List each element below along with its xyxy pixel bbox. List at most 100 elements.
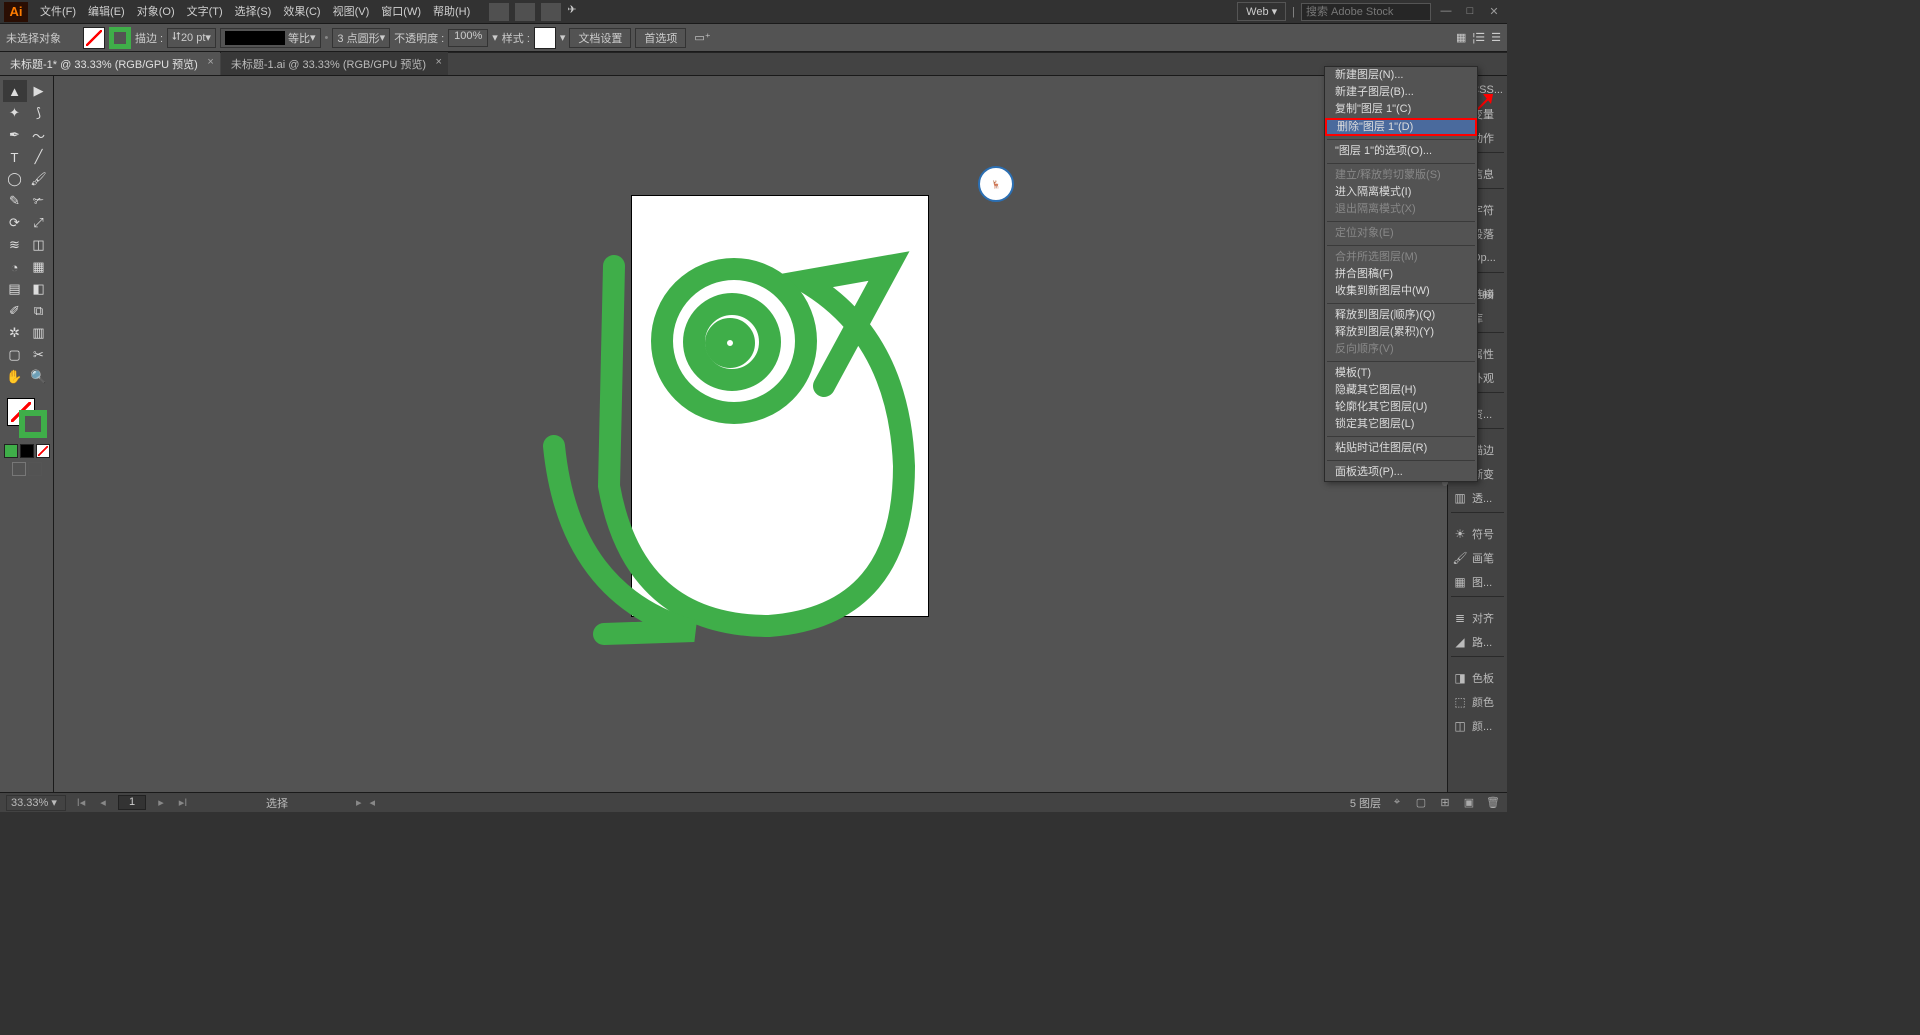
width-tool[interactable]: ≋ xyxy=(3,234,27,256)
style-swatch[interactable] xyxy=(534,27,556,49)
lasso-tool[interactable]: ⟆ xyxy=(27,102,51,124)
menu-item-2[interactable]: 对象(O) xyxy=(131,1,181,23)
stroke-color-icon[interactable] xyxy=(19,410,47,438)
close-tab-icon[interactable]: × xyxy=(436,56,442,68)
close-button[interactable]: ✕ xyxy=(1485,5,1503,19)
align-panel-icon[interactable]: ¦☰ xyxy=(1472,31,1485,44)
type-tool[interactable]: T xyxy=(3,146,27,168)
shape-builder-tool[interactable]: ◔ xyxy=(3,256,27,278)
menu-item-19[interactable]: 粘贴时记住图层(R) xyxy=(1325,440,1477,457)
color-mode-icon[interactable] xyxy=(4,444,18,458)
workspace-switcher[interactable]: Web ▾ xyxy=(1237,2,1286,21)
zoom-field[interactable]: 33.33% ▾ xyxy=(6,795,66,811)
dock-panel-颜色[interactable]: ⬚颜色 xyxy=(1448,690,1507,714)
menu-item-3[interactable]: 文字(T) xyxy=(181,1,229,23)
eyedropper-tool[interactable]: ✐ xyxy=(3,300,27,322)
prev-artboard-button[interactable]: ◂ xyxy=(96,796,110,809)
dock-panel-透[interactable]: ▥透... xyxy=(1448,486,1507,510)
rotate-tool[interactable]: ⟳ xyxy=(3,212,27,234)
screen-mode-full-icon[interactable] xyxy=(28,462,42,476)
menu-item-12[interactable]: 释放到图层(顺序)(Q) xyxy=(1325,307,1477,324)
menu-item-5[interactable]: 效果(C) xyxy=(277,1,326,23)
brush-def[interactable]: 3 点圆形 ▾ xyxy=(332,28,390,48)
artboard-tool[interactable]: ▢ xyxy=(3,344,27,366)
slice-tool[interactable]: ✂ xyxy=(27,344,51,366)
eraser-tool[interactable]: ✃ xyxy=(27,190,51,212)
menu-item-16[interactable]: 隐藏其它图层(H) xyxy=(1325,382,1477,399)
dock-panel-图[interactable]: ▦图... xyxy=(1448,570,1507,594)
dock-panel-颜[interactable]: ◫颜... xyxy=(1448,714,1507,738)
free-transform-tool[interactable]: ◫ xyxy=(27,234,51,256)
minimize-button[interactable]: ― xyxy=(1437,5,1455,19)
menu-item-11[interactable]: 收集到新图层中(W) xyxy=(1325,283,1477,300)
bridge-icon[interactable] xyxy=(489,3,509,21)
arrange-icon[interactable] xyxy=(541,3,561,21)
blend-tool[interactable]: ⧉ xyxy=(27,300,51,322)
menu-item-7[interactable]: 窗口(W) xyxy=(375,1,427,23)
none-mode-icon[interactable] xyxy=(36,444,50,458)
menu-item-4[interactable]: "图层 1"的选项(O)... xyxy=(1325,143,1477,160)
fill-swatch[interactable] xyxy=(83,27,105,49)
menu-item-3[interactable]: 删除"图层 1"(D) xyxy=(1325,118,1477,136)
dock-panel-路[interactable]: ◢路... xyxy=(1448,630,1507,654)
dock-panel-色板[interactable]: ◨色板 xyxy=(1448,666,1507,690)
mesh-tool[interactable]: ▤ xyxy=(3,278,27,300)
document-tab-0[interactable]: 未标题-1* @ 33.33% (RGB/GPU 预览)× xyxy=(0,52,220,75)
selection-tool[interactable]: ▲ xyxy=(3,80,27,102)
direct-selection-tool[interactable]: ▶ xyxy=(27,80,51,102)
menu-item-15[interactable]: 模板(T) xyxy=(1325,365,1477,382)
gradient-mode-icon[interactable] xyxy=(20,444,34,458)
menu-item-4[interactable]: 选择(S) xyxy=(229,1,278,23)
screen-mode-normal-icon[interactable] xyxy=(12,462,26,476)
align-icon[interactable]: ▭⁺ xyxy=(694,31,710,44)
menu-item-20[interactable]: 面板选项(P)... xyxy=(1325,464,1477,481)
transform-panel-icon[interactable]: ▦ xyxy=(1456,31,1466,44)
last-artboard-button[interactable]: ▸I xyxy=(176,796,190,809)
symbol-sprayer-tool[interactable]: ✲ xyxy=(3,322,27,344)
panel-menu-icon[interactable]: ☰ xyxy=(1491,31,1501,44)
perspective-tool[interactable]: ▦ xyxy=(27,256,51,278)
menu-item-6[interactable]: 进入隔离模式(I) xyxy=(1325,184,1477,201)
vw-profile[interactable]: 等比 ▾ xyxy=(220,28,321,48)
new-layer-icon[interactable]: ▣ xyxy=(1461,795,1477,811)
scale-tool[interactable]: ⤢ xyxy=(27,212,51,234)
opacity-field[interactable]: 100% xyxy=(448,29,488,47)
magic-wand-tool[interactable]: ✦ xyxy=(3,102,27,124)
search-stock-input[interactable]: 搜索 Adobe Stock xyxy=(1301,3,1431,21)
menu-item-1[interactable]: 新建子图层(B)... xyxy=(1325,84,1477,101)
menu-item-0[interactable]: 文件(F) xyxy=(34,1,82,23)
stroke-weight-field[interactable]: ⮃ 20 pt ▾ xyxy=(167,28,216,48)
doc-setup-button[interactable]: 文档设置 xyxy=(569,28,631,48)
menu-item-2[interactable]: 复制"图层 1"(C) xyxy=(1325,101,1477,118)
first-artboard-button[interactable]: I◂ xyxy=(74,796,88,809)
menu-item-10[interactable]: 拼合图稿(F) xyxy=(1325,266,1477,283)
preferences-button[interactable]: 首选项 xyxy=(635,28,686,48)
menu-item-6[interactable]: 视图(V) xyxy=(327,1,376,23)
curvature-tool[interactable]: 〜 xyxy=(27,124,51,146)
stroke-swatch[interactable] xyxy=(109,27,131,49)
dock-panel-对齐[interactable]: ≣对齐 xyxy=(1448,606,1507,630)
graph-tool[interactable]: ▥ xyxy=(27,322,51,344)
new-sublayer-icon[interactable]: ⊞ xyxy=(1437,795,1453,811)
gradient-tool[interactable]: ◧ xyxy=(27,278,51,300)
ellipse-tool[interactable]: ◯ xyxy=(3,168,27,190)
make-clip-icon[interactable]: ▢ xyxy=(1413,795,1429,811)
brush-tool[interactable]: 🖌 xyxy=(27,168,51,190)
shaper-tool[interactable]: ✎ xyxy=(3,190,27,212)
delete-layer-icon[interactable]: 🗑 xyxy=(1485,795,1501,811)
zoom-tool[interactable]: 🔍 xyxy=(27,366,51,388)
dock-panel-画笔[interactable]: 🖌画笔 xyxy=(1448,546,1507,570)
dock-panel-符号[interactable]: ☀符号 xyxy=(1448,522,1507,546)
menu-item-18[interactable]: 锁定其它图层(L) xyxy=(1325,416,1477,433)
document-tab-1[interactable]: 未标题-1.ai @ 33.33% (RGB/GPU 预览)× xyxy=(221,52,448,75)
menu-item-17[interactable]: 轮廓化其它图层(U) xyxy=(1325,399,1477,416)
canvas[interactable]: 🦌 xyxy=(54,76,1447,792)
locate-layer-icon[interactable]: ⌖ xyxy=(1389,795,1405,811)
fill-stroke-control[interactable] xyxy=(5,396,49,440)
menu-item-0[interactable]: 新建图层(N)... xyxy=(1325,67,1477,84)
gpu-icon[interactable]: ✈ xyxy=(567,3,587,21)
artboard-number-field[interactable]: 1 xyxy=(118,795,146,810)
stock-icon[interactable] xyxy=(515,3,535,21)
next-artboard-button[interactable]: ▸ xyxy=(154,796,168,809)
menu-item-1[interactable]: 编辑(E) xyxy=(82,1,131,23)
